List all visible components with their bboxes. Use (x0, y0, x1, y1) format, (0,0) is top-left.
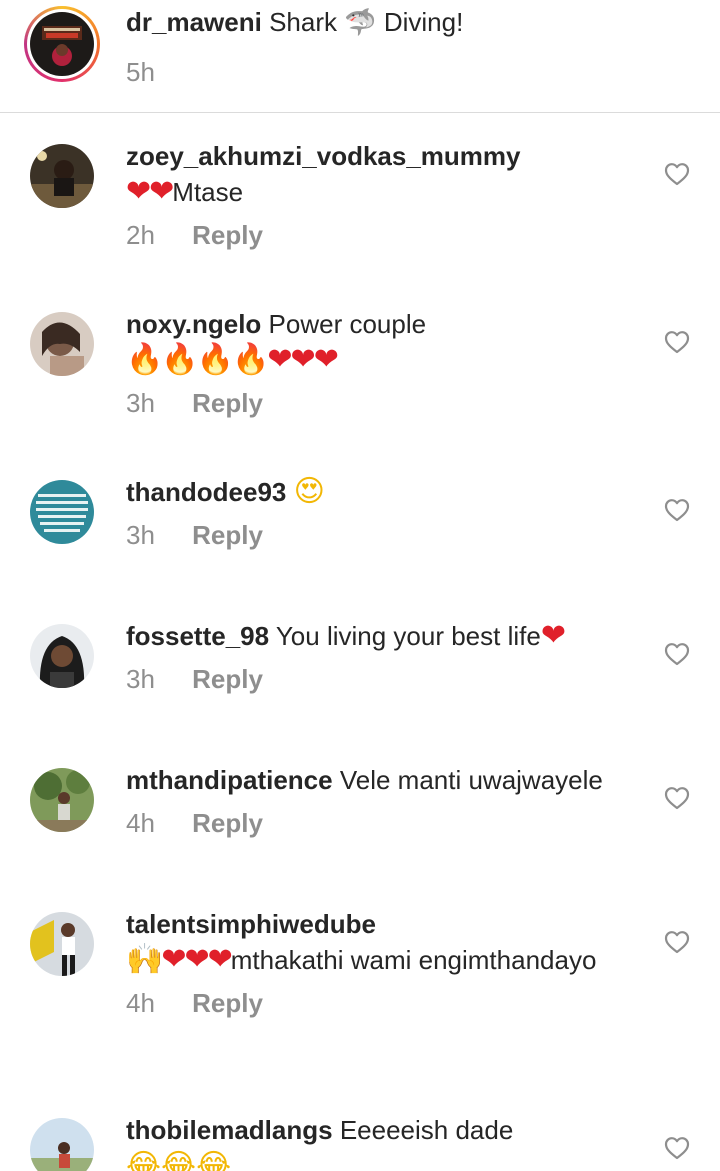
comment-line: zoey_akhumzi_vodkas_mummy (126, 138, 656, 174)
fire-emoji-icon: 🔥🔥🔥🔥 (126, 342, 269, 377)
comment-username[interactable]: talentsimphiwedube (126, 909, 376, 939)
reply-button[interactable]: Reply (192, 664, 263, 694)
like-heart-icon[interactable] (664, 162, 690, 186)
reply-button[interactable]: Reply (192, 520, 263, 550)
heart-eyes-emoji-icon: 😍 (293, 474, 325, 509)
comment-meta: 3h Reply (126, 662, 656, 696)
red-heart-emoji-icon: ❤❤ (126, 174, 174, 209)
comment-line: thandodee93 😍 (126, 474, 656, 510)
comment-text: Vele manti uwajwayele (339, 765, 603, 795)
laughing-emoji-icon: 😂😂😂 (126, 1148, 232, 1171)
comment-timestamp: 4h (126, 808, 155, 838)
comment-text: Eeeeeish dade (339, 1115, 514, 1145)
red-heart-emoji-icon: ❤❤❤ (267, 342, 338, 377)
comment-timestamp: 3h (126, 520, 155, 550)
comment-meta: 4h Reply (126, 986, 656, 1020)
shark-emoji-icon: 🦈 (344, 8, 377, 38)
comment-line: fossette_98 You living your best life❤ (126, 618, 656, 654)
comment-meta: 4h Reply (126, 806, 656, 840)
comment-line-2: ❤❤Mtase (126, 174, 656, 210)
caption-timestamp: 5h (126, 57, 155, 87)
red-heart-emoji-icon: ❤ (540, 618, 566, 653)
reply-button[interactable]: Reply (192, 808, 263, 838)
comment-line: noxy.ngelo Power couple (126, 306, 656, 342)
comment-meta: 3h Reply (126, 386, 656, 420)
avatar-image (30, 312, 94, 376)
comment-avatar[interactable] (30, 624, 94, 688)
comment-avatar[interactable] (30, 912, 94, 976)
avatar-image (30, 768, 94, 832)
comment-line: mthandipatience Vele manti uwajwayele (126, 762, 656, 798)
comment-timestamp: 4h (126, 988, 155, 1018)
caption-meta: 5h (126, 55, 656, 89)
comment-line-2: 😂😂😂 (126, 1148, 656, 1171)
comment-line: thobilemadlangs Eeeeeish dade (126, 1112, 656, 1148)
reply-button[interactable]: Reply (192, 388, 263, 418)
comment-text: Power couple (268, 309, 427, 339)
comment-timestamp: 2h (126, 220, 155, 250)
post-caption: dr_maweni Shark 🦈 Diving! 5h (0, 0, 720, 113)
comment-avatar[interactable] (30, 768, 94, 832)
comment-line: talentsimphiwedube (126, 906, 656, 942)
caption-line: dr_maweni Shark 🦈 Diving! (126, 4, 656, 41)
like-heart-icon[interactable] (664, 930, 690, 954)
caption-text-2: Diving! (383, 7, 464, 37)
comment-username[interactable]: mthandipatience (126, 765, 333, 795)
comment-avatar[interactable] (30, 480, 94, 544)
like-heart-icon[interactable] (664, 786, 690, 810)
comment-username[interactable]: fossette_98 (126, 621, 269, 651)
like-heart-icon[interactable] (664, 498, 690, 522)
comment-avatar[interactable] (30, 144, 94, 208)
comment-meta: 3h Reply (126, 518, 656, 552)
comment-username[interactable]: thobilemadlangs (126, 1115, 333, 1145)
comment-line-2: 🙌❤❤❤mthakathi wami engimthandayo (126, 942, 656, 978)
avatar-image (30, 480, 94, 544)
avatar-image (30, 144, 94, 208)
avatar-image (30, 912, 94, 976)
like-heart-icon[interactable] (664, 642, 690, 666)
comment-username[interactable]: thandodee93 (126, 477, 286, 507)
raised-hands-and-hearts-emoji-icon: 🙌❤❤❤ (126, 942, 233, 977)
comment-text: You living your best life (275, 621, 541, 651)
caption-username[interactable]: dr_maweni (126, 7, 262, 37)
avatar-image (30, 1118, 94, 1171)
comment-line-2: 🔥🔥🔥🔥❤❤❤ (126, 342, 656, 378)
avatar-image (30, 624, 94, 688)
comment-avatar[interactable] (30, 312, 94, 376)
comment-text: Mtase (172, 177, 244, 207)
avatar-image (30, 12, 94, 76)
caption-author-avatar[interactable] (24, 6, 100, 82)
caption-text: Shark (269, 7, 337, 37)
comment-username[interactable]: noxy.ngelo (126, 309, 261, 339)
comment-timestamp: 3h (126, 664, 155, 694)
comment-text: mthakathi wami engimthandayo (230, 945, 597, 975)
comment-timestamp: 3h (126, 388, 155, 418)
comment-meta: 2h Reply (126, 218, 656, 252)
like-heart-icon[interactable] (664, 330, 690, 354)
reply-button[interactable]: Reply (192, 220, 263, 250)
like-heart-icon[interactable] (664, 1136, 690, 1160)
reply-button[interactable]: Reply (192, 988, 263, 1018)
comment-username[interactable]: zoey_akhumzi_vodkas_mummy (126, 141, 521, 171)
comment-avatar[interactable] (30, 1118, 94, 1171)
